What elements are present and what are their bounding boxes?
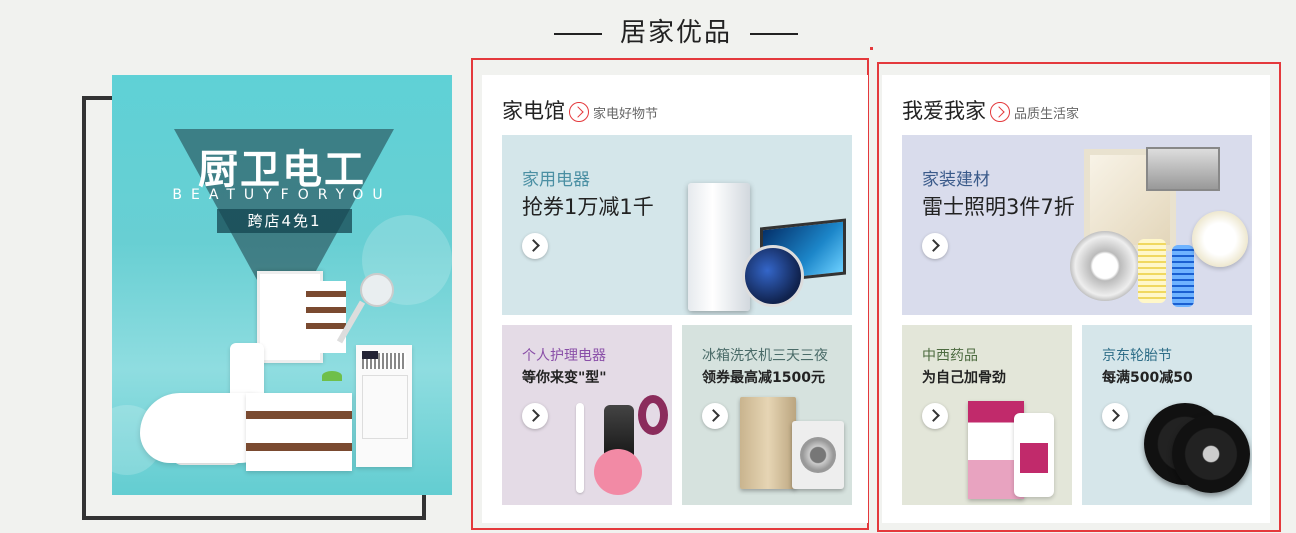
chevron-right-icon[interactable] (922, 233, 948, 259)
panel-header[interactable]: 家电馆 家电好物节 (502, 95, 658, 125)
panel-title: 我爱我家 (902, 99, 986, 123)
plant-image (322, 371, 342, 381)
card-personal-care[interactable]: 个人护理电器 等你来变"型" (502, 325, 672, 505)
bath-heater-image (356, 345, 412, 467)
card-label: 中西药品 (922, 348, 978, 364)
shower-head-image (360, 273, 394, 307)
panel-home: 我爱我家 品质生活家 家装建材 雷士照明3件7折 中西药品 为自己加骨劲 京东轮胎… (882, 75, 1270, 523)
fridge-image (740, 397, 796, 489)
led-strip-blue-image (1172, 245, 1194, 307)
card-building-materials[interactable]: 家装建材 雷士照明3件7折 (902, 135, 1252, 315)
chevron-right-icon[interactable] (1102, 403, 1128, 429)
medicine-bottle-image (1014, 413, 1054, 497)
panel-header[interactable]: 我爱我家 品质生活家 (902, 95, 1079, 125)
card-text: 每满500减50 (1102, 370, 1193, 386)
card-text: 雷士照明3件7折 (922, 195, 1075, 219)
card-text: 为自己加骨劲 (922, 370, 1006, 386)
led-strip-yellow-image (1138, 239, 1166, 303)
panel-subtitle: 家电好物节 (593, 106, 659, 122)
banner-tag: 跨店4免1 (217, 209, 352, 233)
ceiling-light-image (1192, 211, 1248, 267)
section-title-text: 居家优品 (619, 18, 732, 48)
card-label: 个人护理电器 (522, 348, 606, 364)
banner-subtitle: BEATUYFORYOU (172, 187, 392, 203)
card-text: 等你来变"型" (522, 370, 607, 386)
circle-arrow-icon[interactable] (569, 102, 589, 122)
card-medicine[interactable]: 中西药品 为自己加骨劲 (902, 325, 1072, 505)
title-line-left (553, 32, 602, 35)
card-text: 抢券1万减1千 (522, 195, 654, 219)
face-cleanser-image (594, 449, 642, 495)
chevron-right-icon[interactable] (522, 233, 548, 259)
downlight-image (1070, 231, 1140, 301)
tire-image (1172, 415, 1250, 493)
kitchen-bath-banner[interactable]: 厨卫电工 BEATUYFORYOU 跨店4免1 (112, 75, 452, 495)
fridge-image (688, 183, 750, 311)
title-line-right (750, 32, 798, 35)
vanity-image (246, 393, 352, 471)
divider-dot (870, 47, 873, 50)
chevron-right-icon[interactable] (522, 403, 548, 429)
circle-arrow-icon[interactable] (990, 102, 1010, 122)
card-label: 冰箱洗衣机三天三夜 (702, 348, 828, 364)
card-label: 京东轮胎节 (1102, 348, 1172, 364)
hair-dryer-image (638, 395, 668, 435)
chevron-right-icon[interactable] (702, 403, 728, 429)
card-text: 领券最高减1500元 (702, 370, 825, 386)
chevron-right-icon[interactable] (922, 403, 948, 429)
section-title: 居家优品 (0, 12, 1296, 49)
panel-appliances: 家电馆 家电好物节 家用电器 抢券1万减1千 个人护理电器 等你来变"型" 冰箱洗… (482, 75, 868, 523)
washer-image (792, 421, 844, 489)
bath-heater-image (1146, 147, 1220, 191)
toothbrush-image (576, 403, 584, 493)
card-tires[interactable]: 京东轮胎节 每满500减50 (1082, 325, 1252, 505)
panel-subtitle: 品质生活家 (1014, 106, 1080, 122)
card-label: 家用电器 (522, 170, 590, 190)
robot-vacuum-image (742, 245, 804, 307)
card-home-appliances[interactable]: 家用电器 抢券1万减1千 (502, 135, 852, 315)
card-fridge-washer[interactable]: 冰箱洗衣机三天三夜 领券最高减1500元 (682, 325, 852, 505)
card-label: 家装建材 (922, 170, 990, 190)
panel-title: 家电馆 (502, 99, 565, 123)
